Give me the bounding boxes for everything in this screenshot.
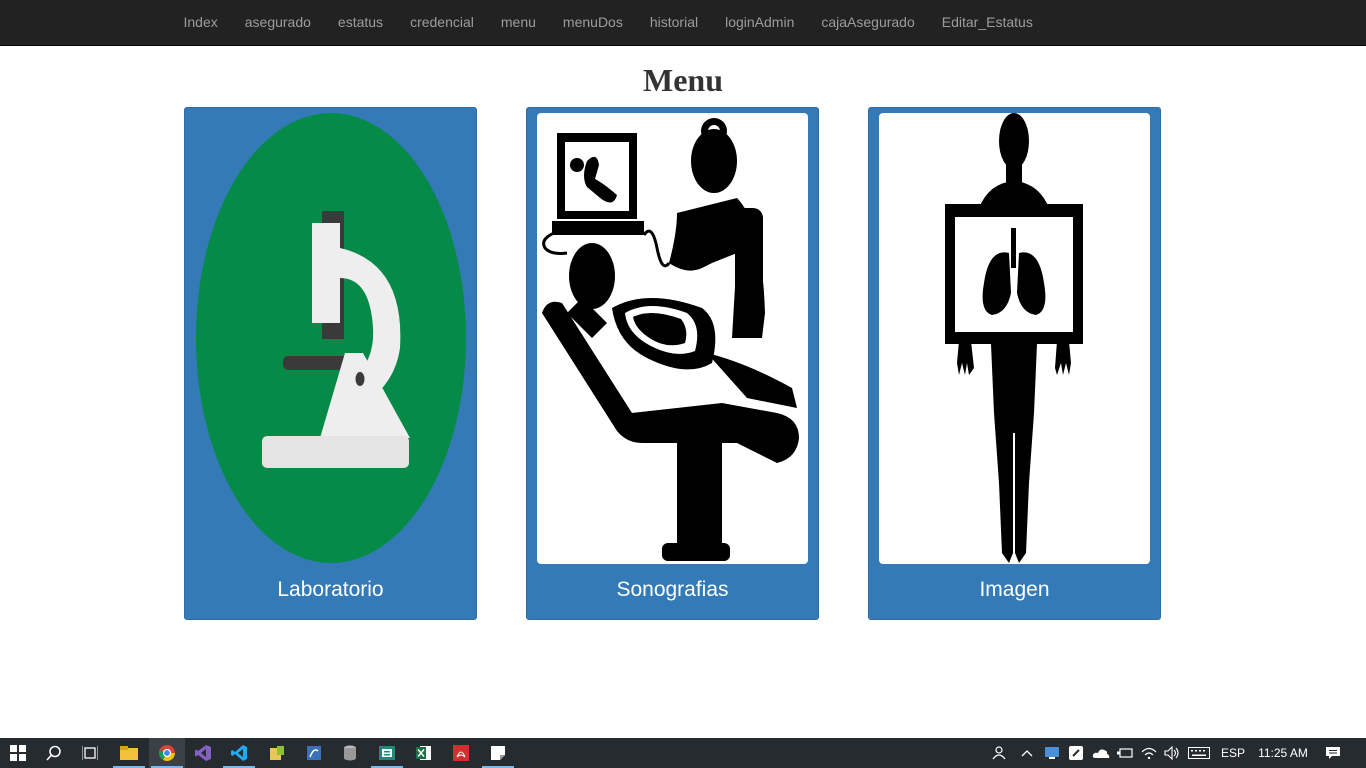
- battery-icon[interactable]: [1115, 738, 1135, 768]
- wifi-icon[interactable]: [1139, 738, 1159, 768]
- chrome-icon[interactable]: [149, 738, 185, 768]
- xray-icon: [879, 113, 1150, 564]
- action-center-icon[interactable]: [1322, 738, 1344, 768]
- microscope-icon: [195, 113, 466, 564]
- nav-link-cajaasegurado[interactable]: cajaAsegurado: [808, 0, 928, 45]
- card-sonografias[interactable]: Sonografias: [526, 107, 819, 620]
- terminal-app-icon[interactable]: [369, 738, 405, 768]
- nav-links: Index asegurado estatus credencial menu …: [170, 0, 1046, 45]
- visual-studio-icon[interactable]: [185, 738, 221, 768]
- nav-link-loginadmin[interactable]: loginAdmin: [712, 0, 808, 45]
- page-title: Menu: [643, 62, 723, 98]
- sticky-notes-icon[interactable]: [480, 738, 516, 768]
- card-label: Imagen: [979, 578, 1050, 601]
- nav-link-index[interactable]: Index: [170, 0, 231, 45]
- app-tray-icon[interactable]: [1066, 738, 1086, 768]
- chevron-up-icon[interactable]: [1017, 738, 1037, 768]
- nav-link-credencial[interactable]: credencial: [397, 0, 488, 45]
- file-explorer-icon[interactable]: [111, 738, 147, 768]
- language-indicator[interactable]: ESP: [1218, 738, 1248, 768]
- monitor-tray-icon[interactable]: [1042, 738, 1062, 768]
- excel-icon[interactable]: [406, 738, 442, 768]
- card-laboratorio[interactable]: Laboratorio: [184, 107, 477, 620]
- sql-server-icon[interactable]: [296, 738, 332, 768]
- card-imagen[interactable]: Imagen: [868, 107, 1161, 620]
- pdf-reader-icon[interactable]: [443, 738, 479, 768]
- nav-link-menudos[interactable]: menuDos: [549, 0, 636, 45]
- task-view-icon[interactable]: [72, 738, 108, 768]
- nav-link-estatus[interactable]: estatus: [324, 0, 396, 45]
- nav-link-menu[interactable]: menu: [487, 0, 549, 45]
- nav-link-editar-estatus[interactable]: Editar_Estatus: [928, 0, 1046, 45]
- database-icon[interactable]: [332, 738, 368, 768]
- people-icon[interactable]: [986, 738, 1010, 768]
- nav-link-historial[interactable]: historial: [636, 0, 711, 45]
- windows-taskbar: ESP 11:25 AM: [0, 738, 1366, 768]
- card-label: Sonografias: [616, 578, 729, 601]
- vscode-icon[interactable]: [221, 738, 257, 768]
- card-label: Laboratorio: [277, 578, 384, 601]
- ultrasound-icon: [537, 113, 808, 564]
- onedrive-icon[interactable]: [1090, 738, 1112, 768]
- volume-icon[interactable]: [1162, 738, 1182, 768]
- tool-app-icon[interactable]: [259, 738, 295, 768]
- clock[interactable]: 11:25 AM: [1252, 738, 1314, 768]
- search-icon[interactable]: [36, 738, 72, 768]
- top-navbar: Index asegurado estatus credencial menu …: [0, 0, 1366, 46]
- nav-link-asegurado[interactable]: asegurado: [231, 0, 324, 45]
- windows-start-icon[interactable]: [0, 738, 36, 768]
- keyboard-icon[interactable]: [1186, 738, 1212, 768]
